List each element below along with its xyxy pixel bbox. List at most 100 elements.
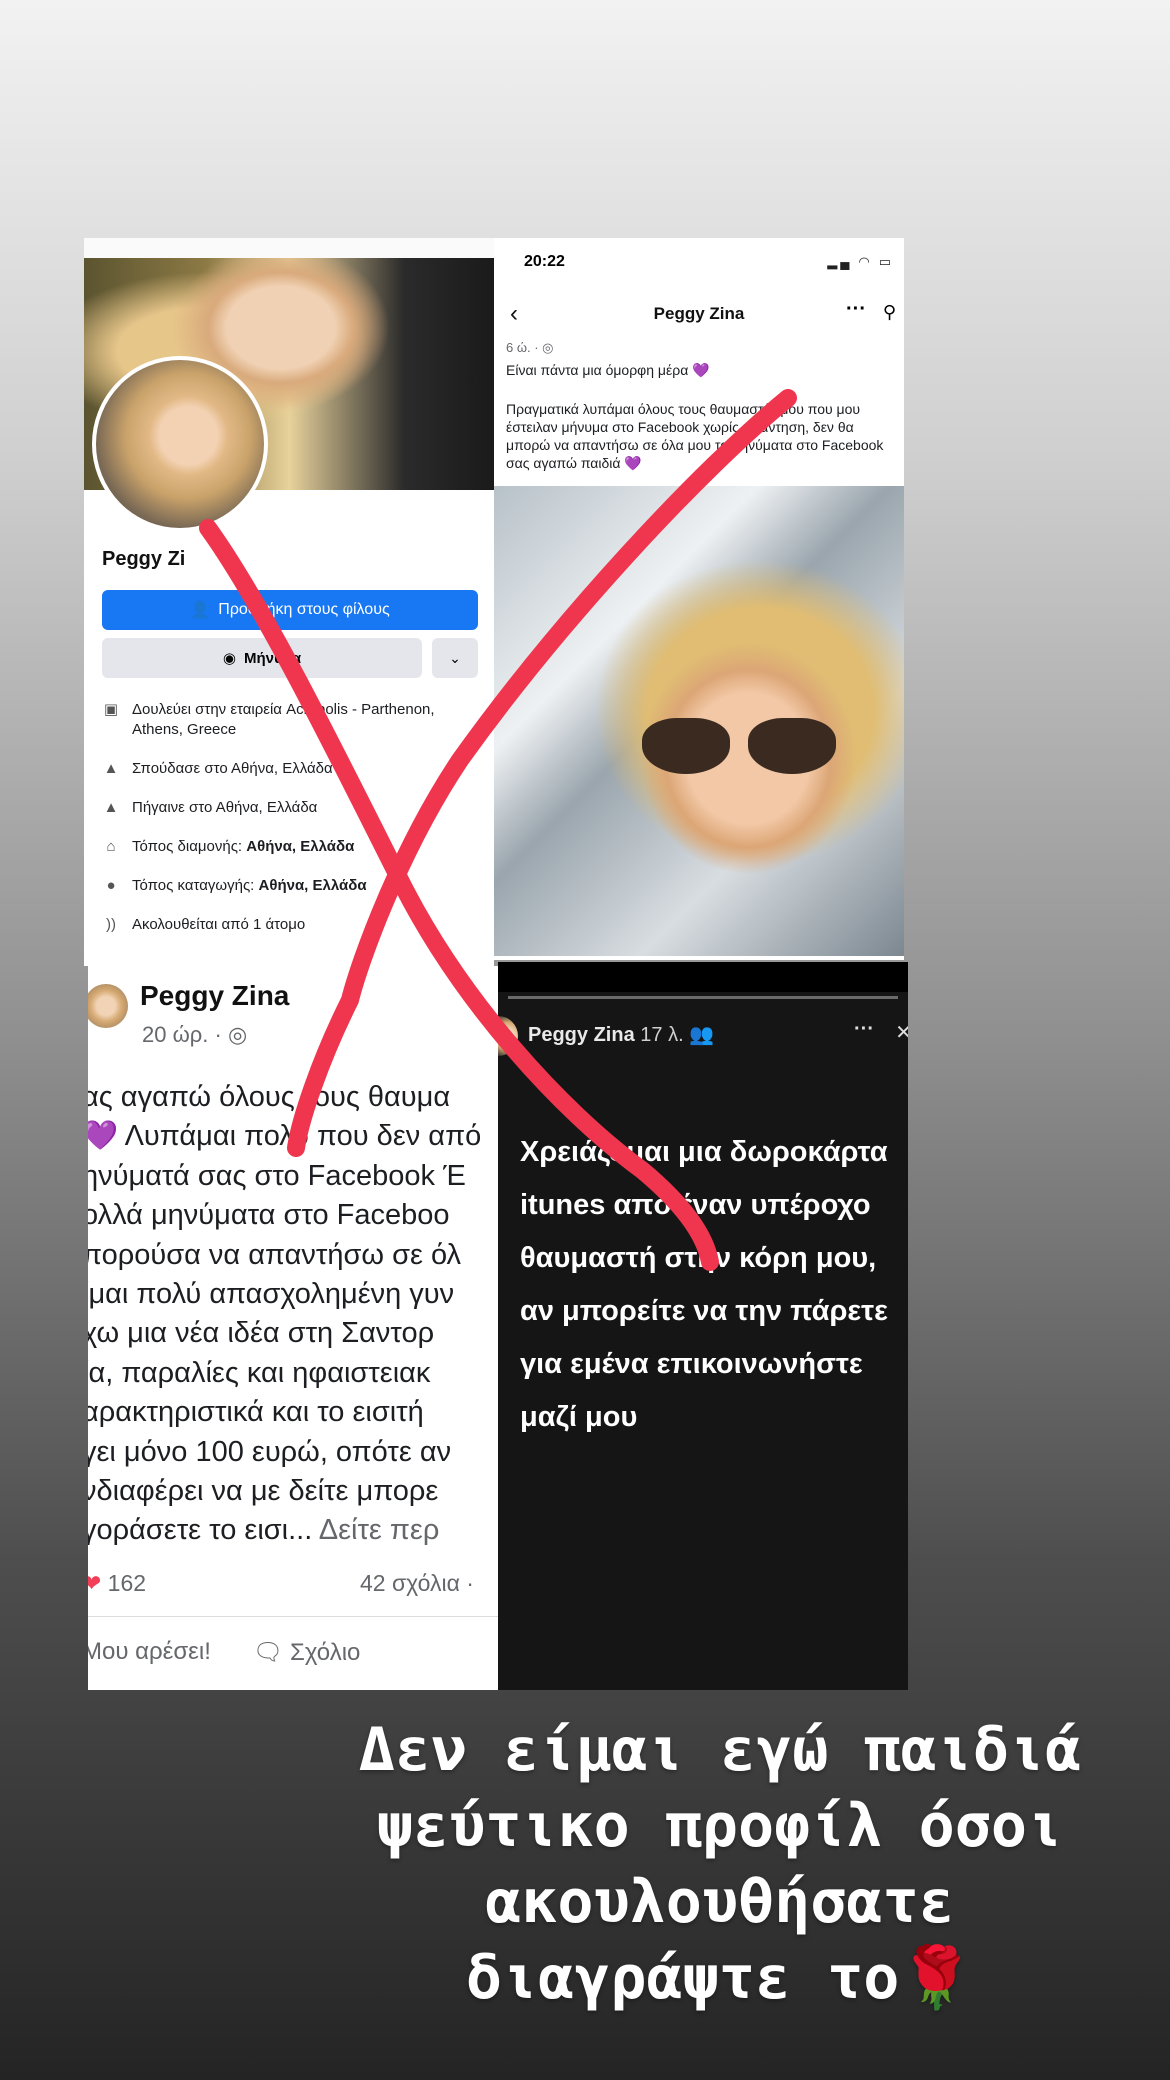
story-text: Χρειάζομαι μια δωροκάρτα itunes από έναν…	[520, 1136, 888, 1433]
profile-screenshot: Peggy Zi 👤 Προσθήκη στους φίλους ◉ Μήνυμ…	[84, 238, 494, 966]
home-icon: ⌂	[106, 838, 116, 855]
comment-label: Σχόλιο	[290, 1639, 361, 1666]
post-line: ία, παραλίες και ηφαιστειακ	[88, 1356, 431, 1389]
globe-icon: ◎	[227, 1022, 248, 1047]
info-prefix: Τόπος διαμονής:	[132, 838, 247, 855]
post-body-text: Πραγματικά λυπάμαι όλους τους θαυμαστές …	[506, 401, 884, 471]
message-label: Μήνυμα	[243, 649, 302, 667]
lens-right	[748, 718, 836, 774]
post-line: πορούσα να απαντήσω σε όλ	[88, 1238, 462, 1271]
info-went-to: ▲ Πήγαινε στο Αθήνα, Ελλάδα	[102, 798, 482, 818]
story-screenshot: Peggy Zina 17 λ. 👥 ··· ✕ Χρειάζομαι μια …	[498, 962, 908, 1690]
info-value: Αθήνα, Ελλάδα	[258, 877, 367, 894]
profile-name: Peggy Zi	[102, 548, 186, 570]
caption-line: ψεύτικο προφίλ όσοι	[376, 1791, 1064, 1861]
story-time: 17 λ.	[640, 1024, 684, 1046]
graduation-cap-icon: ▲	[103, 799, 119, 816]
heart-react-icon: ❤	[88, 1570, 102, 1596]
rss-icon: ))	[106, 916, 116, 933]
info-text: Δουλεύει στην εταιρεία Acropolis - Parth…	[132, 701, 435, 738]
post-time-text: 20 ώρ. ·	[142, 1022, 222, 1047]
post-line: αρακτηριστικά και το εισιτή	[88, 1396, 424, 1429]
post-line: γει μόνο 100 ευρώ, οπότε αν	[88, 1435, 452, 1468]
reaction-count[interactable]: ❤ 162	[88, 1570, 146, 1597]
profile-info-list: ▣ Δουλεύει στην εταιρεία Acropolis - Par…	[102, 700, 482, 954]
comment-button[interactable]: 🗨 Σχόλιο	[253, 1638, 361, 1667]
story-top-band	[498, 962, 908, 992]
post-line: ηνύματά σας στο Facebook Έ	[88, 1159, 466, 1192]
search-icon[interactable]: ⚲	[883, 302, 896, 323]
location-pin-icon: ●	[106, 877, 116, 894]
post-line: ας αγαπώ όλους τους θαυμα	[88, 1081, 451, 1113]
caption-line: Δεν είμαι εγώ παιδιά	[358, 1715, 1082, 1785]
info-text: Τόπος διαμονής: Αθήνα, Ελλάδα	[132, 837, 354, 857]
post-meta: 6 ώ. · ◎	[506, 340, 554, 356]
lens-left	[642, 718, 730, 774]
post-actions: Μου αρέσει! 🗨 Σχόλιο	[88, 1638, 360, 1667]
add-friend-button[interactable]: 👤 Προσθήκη στους φίλους	[102, 590, 478, 630]
post-line: χω μια νέα ιδέα στη Σαντορ	[88, 1317, 435, 1350]
info-text: Τόπος καταγωγής: Αθήνα, Ελλάδα	[132, 876, 367, 896]
info-prefix: Τόπος καταγωγής:	[132, 877, 259, 894]
comment-bubble-icon: 🗨	[252, 1639, 284, 1666]
post-line-last-text: γοράσετε το εισι...	[88, 1514, 313, 1547]
post-text: ας αγαπώ όλους τους θαυμα 💜 Λυπάμαι πολύ…	[88, 1078, 498, 1551]
story-caption: Δεν είμαι εγώ παιδιά ψεύτικο προφίλ όσοι…	[300, 1712, 1140, 2016]
story-author: Peggy Zina 17 λ. 👥	[528, 1022, 714, 1047]
caption-line: ακουλουθήσατε	[485, 1867, 955, 1937]
post-nav-bar: ‹ Peggy Zina ··· ⚲	[494, 288, 904, 338]
online-dot	[508, 1042, 522, 1056]
globe-icon: ◎	[542, 340, 554, 355]
graduation-cap-icon: ▲	[103, 760, 119, 777]
post-line: 💜 Λυπάμαι πολύ που δεν από	[88, 1120, 482, 1153]
message-button[interactable]: ◉ Μήνυμα	[102, 638, 422, 678]
info-text: Ακολουθείται από 1 άτομο	[132, 916, 306, 933]
post-first-line-text: Είναι πάντα μια όμορφη μέρα	[506, 362, 689, 378]
caption-line: διαγράψτε το🌹	[465, 1943, 975, 2013]
nav-title: Peggy Zina	[653, 304, 745, 323]
purple-heart-icon: 💜	[624, 455, 642, 471]
post-line-last: γοράσετε το εισι... Δείτε περ	[88, 1511, 498, 1550]
add-friend-label: Προσθήκη στους φίλους	[218, 601, 390, 618]
post-crop-screenshot: Peggy Zina 20 ώρ. · ◎ ας αγαπώ όλους του…	[88, 966, 498, 1690]
friends-icon: 👥	[689, 1024, 715, 1046]
info-work: ▣ Δουλεύει στην εταιρεία Acropolis - Par…	[102, 700, 482, 740]
add-friend-icon: 👤	[190, 602, 211, 619]
story-author-name: Peggy Zina	[528, 1024, 635, 1046]
status-strip	[84, 238, 494, 258]
info-lives-in: ⌂ Τόπος διαμονής: Αθήνα, Ελλάδα	[102, 837, 482, 857]
post-author-name: Peggy Zina	[140, 980, 290, 1011]
status-time: 20:22	[524, 253, 565, 270]
profile-avatar[interactable]	[92, 356, 268, 532]
phone-post-screenshot: 20:22 ▂▄ ◠ ▭ ‹ Peggy Zina ··· ⚲ 6 ώ. · ◎…	[494, 238, 904, 960]
see-more-link[interactable]: Δείτε περ	[312, 1514, 440, 1546]
info-followers: )) Ακολουθείται από 1 άτομο	[102, 915, 482, 935]
signal-wifi-battery-icon: ▂▄ ◠ ▭	[827, 254, 894, 269]
more-options-button[interactable]: ⌄	[432, 638, 478, 678]
post-line: ίμαι πολύ απασχολημένη γυν	[88, 1278, 455, 1311]
post-body: Πραγματικά λυπάμαι όλους τους θαυμαστές …	[506, 400, 896, 472]
post-line: νδιαφέρει να με δείτε μπορε	[88, 1475, 439, 1508]
phone-status-bar: 20:22 ▂▄ ◠ ▭	[494, 238, 904, 288]
purple-heart-icon: 💜	[692, 362, 710, 378]
post-line: ολλά μηνύματα στο Faceboo	[88, 1199, 450, 1232]
info-text: Πήγαινε στο Αθήνα, Ελλάδα	[132, 799, 318, 816]
like-button[interactable]: Μου αρέσει!	[88, 1638, 211, 1667]
chevron-down-icon: ⌄	[449, 649, 461, 666]
divider	[88, 1616, 498, 1617]
messenger-icon: ◉	[222, 650, 236, 667]
info-value: Αθήνα, Ελλάδα	[246, 838, 355, 855]
post-time: 20 ώρ. · ◎	[142, 1022, 247, 1048]
post-time: 6 ώ. ·	[506, 340, 539, 355]
like-label: Μου αρέσει!	[88, 1638, 211, 1665]
more-dots-icon[interactable]: ···	[846, 298, 866, 321]
briefcase-icon: ▣	[103, 701, 119, 718]
more-dots-icon[interactable]: ···	[854, 1018, 874, 1041]
comment-count[interactable]: 42 σχόλια ·	[360, 1570, 474, 1597]
info-studied: ▲ Σπούδασε στο Αθήνα, Ελλάδα	[102, 759, 482, 779]
post-avatar[interactable]	[88, 984, 128, 1028]
reaction-count-text: 162	[107, 1570, 147, 1596]
close-icon[interactable]: ✕	[895, 1020, 908, 1045]
info-from: ● Τόπος καταγωγής: Αθήνα, Ελλάδα	[102, 876, 482, 896]
sunglasses-shape	[642, 718, 842, 778]
